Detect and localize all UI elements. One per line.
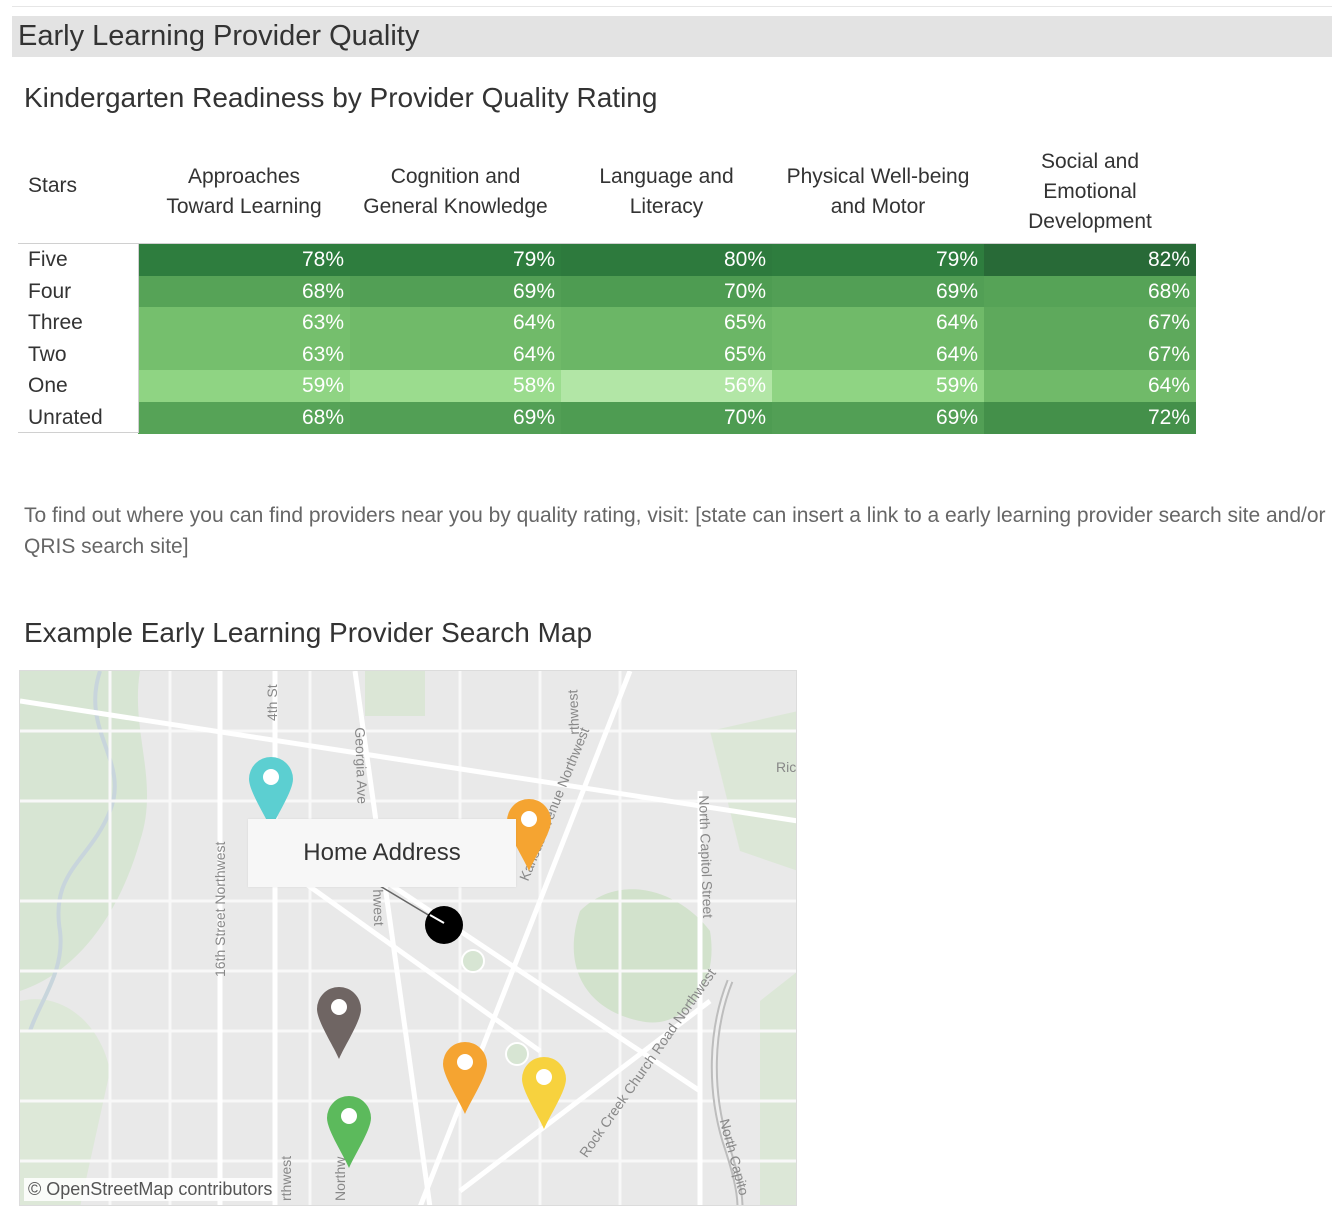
readiness-cell: 69% xyxy=(772,276,984,308)
readiness-cell: 68% xyxy=(984,276,1196,308)
dashboard-title: Early Learning Provider Quality xyxy=(18,20,420,52)
readiness-cell: 72% xyxy=(984,402,1196,434)
readiness-cell: 68% xyxy=(138,402,350,434)
road-label: Georgia Ave xyxy=(352,727,371,805)
stars-column-header: Stars xyxy=(28,174,78,197)
readiness-cell: 82% xyxy=(984,244,1196,276)
provider-search-info: To find out where you can find providers… xyxy=(24,504,1326,558)
row-label: Five xyxy=(28,248,68,271)
readiness-cell: 69% xyxy=(350,402,561,434)
column-header-line: and Motor xyxy=(830,195,926,218)
readiness-cell: 65% xyxy=(561,307,772,339)
column-header-line: Cognition and xyxy=(390,165,521,188)
dashboard-header: Early Learning Provider Quality xyxy=(12,16,1332,57)
road-label: Ric xyxy=(776,759,797,775)
column-header-line: Development xyxy=(1028,210,1152,233)
road-label: Northw xyxy=(332,1156,348,1201)
column-header-line: Physical Well-being xyxy=(786,165,970,188)
readiness-cell: 64% xyxy=(984,370,1196,402)
readiness-cell: 59% xyxy=(138,370,350,402)
readiness-cell: 64% xyxy=(772,339,984,371)
column-header-line: Language and xyxy=(599,165,734,188)
column-header-line: Toward Learning xyxy=(166,195,322,218)
readiness-cell: 69% xyxy=(350,276,561,308)
readiness-cell: 80% xyxy=(561,244,772,276)
readiness-cell: 64% xyxy=(772,307,984,339)
column-header-line: Social and xyxy=(1040,150,1140,173)
column-header-line: Approaches xyxy=(187,165,301,188)
readiness-cell: 64% xyxy=(350,307,561,339)
column-header: Approaches Toward Learning xyxy=(138,142,350,242)
readiness-cell: 63% xyxy=(138,339,350,371)
readiness-cell: 63% xyxy=(138,307,350,339)
column-header: Social and Emotional Development xyxy=(984,142,1196,242)
column-header-line: General Knowledge xyxy=(363,195,548,218)
table-baseline xyxy=(18,432,138,433)
row-label: Unrated xyxy=(28,406,103,429)
column-header-line: Literacy xyxy=(629,195,704,218)
row-label: Three xyxy=(28,311,83,334)
home-address-tooltip: Home Address xyxy=(248,819,516,887)
readiness-cell: 70% xyxy=(561,276,772,308)
row-label: Four xyxy=(28,280,72,303)
top-divider xyxy=(12,6,1332,7)
readiness-cell: 69% xyxy=(772,402,984,434)
readiness-cell: 68% xyxy=(138,276,350,308)
row-axis xyxy=(138,243,139,433)
provider-search-map[interactable]: 4th St Georgia Ave rthwest Kansas Avenue… xyxy=(19,670,797,1206)
map-title: Example Early Learning Provider Search M… xyxy=(24,617,593,648)
road-label: 4th St xyxy=(264,684,280,721)
column-header: Physical Well-being and Motor xyxy=(772,142,984,242)
readiness-title: Kindergarten Readiness by Provider Quali… xyxy=(24,82,658,113)
readiness-cell: 59% xyxy=(772,370,984,402)
readiness-cell: 65% xyxy=(561,339,772,371)
column-header-line: Emotional xyxy=(1043,180,1137,203)
readiness-cell: 67% xyxy=(984,307,1196,339)
readiness-table: Stars Approaches Toward Learning Cognition… xyxy=(18,142,1196,434)
readiness-cell: 78% xyxy=(138,244,350,276)
column-header: Language and Literacy xyxy=(561,142,772,242)
map-basemap xyxy=(20,671,796,1205)
map-attribution[interactable]: © OpenStreetMap contributors xyxy=(24,1178,277,1201)
row-label: Two xyxy=(28,343,67,366)
row-label: One xyxy=(28,374,68,397)
readiness-cell: 67% xyxy=(984,339,1196,371)
road-label: 16th Street Northwest xyxy=(212,841,228,977)
road-label: rthwest xyxy=(278,1155,294,1201)
readiness-cell: 58% xyxy=(350,370,561,402)
readiness-cell: 79% xyxy=(350,244,561,276)
column-header: Cognition and General Knowledge xyxy=(350,142,561,242)
readiness-cell: 79% xyxy=(772,244,984,276)
road-label: hwest xyxy=(370,889,388,927)
readiness-cell: 70% xyxy=(561,402,772,434)
readiness-cell: 64% xyxy=(350,339,561,371)
readiness-cell: 56% xyxy=(561,370,772,402)
